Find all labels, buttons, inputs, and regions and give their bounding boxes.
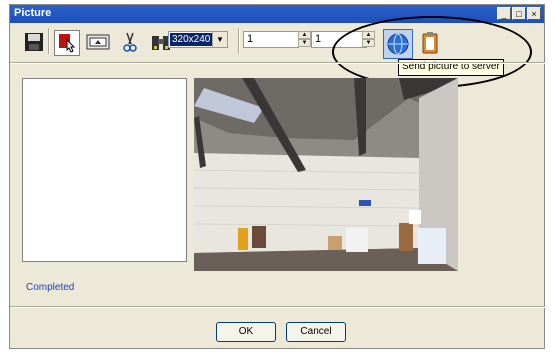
cut-icon[interactable] xyxy=(118,30,142,54)
spin-up-icon[interactable]: ▲ xyxy=(298,31,311,39)
preview-pane xyxy=(22,78,187,262)
status-text: Completed xyxy=(26,282,75,293)
ok-button[interactable]: OK xyxy=(216,322,276,342)
spin-field-2-value: 1 xyxy=(315,33,322,45)
camera-photo xyxy=(193,78,458,271)
resolution-select[interactable]: 320x240 ▼ xyxy=(168,31,228,48)
close-button[interactable]: × xyxy=(527,7,541,20)
maximize-button[interactable]: □ xyxy=(512,7,526,20)
chevron-down-icon[interactable]: ▼ xyxy=(212,32,227,47)
minimize-button[interactable]: _ xyxy=(497,7,511,20)
resolution-value: 320x240 xyxy=(170,33,213,46)
spin-field-1-value: 1 xyxy=(247,33,254,45)
capture-icon[interactable] xyxy=(85,30,110,54)
window-title: Picture xyxy=(14,7,52,19)
select-pointer-icon[interactable] xyxy=(54,30,80,56)
spin-down-icon[interactable]: ▼ xyxy=(298,39,311,47)
spin-buttons-1[interactable]: ▲ ▼ xyxy=(298,31,311,48)
cancel-button[interactable]: Cancel xyxy=(286,322,346,342)
spin-field-1[interactable]: 1 xyxy=(243,31,299,48)
save-icon[interactable] xyxy=(22,30,46,54)
